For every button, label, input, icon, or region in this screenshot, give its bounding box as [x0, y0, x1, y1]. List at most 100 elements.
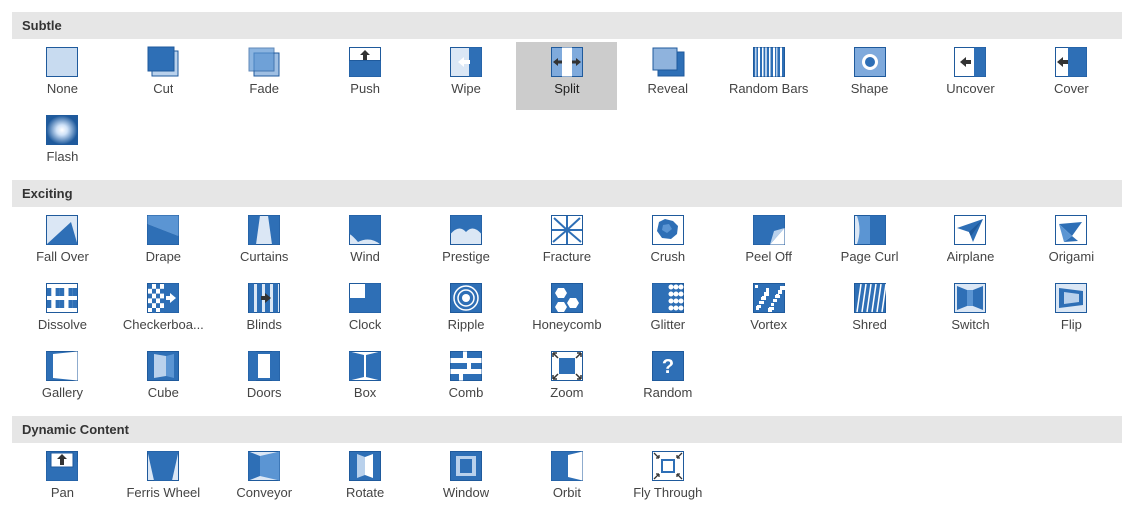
transition-zoom-button[interactable]: Zoom: [516, 346, 617, 414]
flash-icon: [45, 114, 79, 146]
transition-orbit-button[interactable]: Orbit: [516, 446, 617, 514]
transition-comb-button[interactable]: Comb: [416, 346, 517, 414]
cube-icon: [146, 350, 180, 382]
transition-label: Fall Over: [36, 249, 89, 264]
checkerboard-icon: [146, 282, 180, 314]
transition-page-curl-button[interactable]: Page Curl: [819, 210, 920, 278]
transition-label: Prestige: [442, 249, 490, 264]
transition-label: Cover: [1054, 81, 1089, 96]
transition-label: Origami: [1048, 249, 1095, 264]
transition-fall-over-button[interactable]: Fall Over: [12, 210, 113, 278]
transition-label: Random Bars: [728, 81, 809, 96]
section-header-exciting: Exciting: [12, 180, 1122, 207]
transition-label: Reveal: [647, 81, 689, 96]
transition-prestige-button[interactable]: Prestige: [416, 210, 517, 278]
transition-cover-button[interactable]: Cover: [1021, 42, 1122, 110]
dissolve-icon: [45, 282, 79, 314]
wipe-icon: [449, 46, 483, 78]
transition-cube-button[interactable]: Cube: [113, 346, 214, 414]
transition-flip-button[interactable]: Flip: [1021, 278, 1122, 346]
transition-none-button[interactable]: None: [12, 42, 113, 110]
transition-label: Blinds: [246, 317, 282, 332]
transition-label: Peel Off: [745, 249, 793, 264]
zoom-icon: [550, 350, 584, 382]
transition-label: Box: [353, 385, 377, 400]
crush-icon: [651, 214, 685, 246]
transition-label: Drape: [145, 249, 182, 264]
transition-label: Switch: [951, 317, 990, 332]
transition-pan-button[interactable]: Pan: [12, 446, 113, 514]
transition-ripple-button[interactable]: Ripple: [416, 278, 517, 346]
transition-box-button[interactable]: Box: [315, 346, 416, 414]
pan-icon: [45, 450, 79, 482]
glitter-icon: [651, 282, 685, 314]
uncover-icon: [953, 46, 987, 78]
transition-fracture-button[interactable]: Fracture: [516, 210, 617, 278]
transition-origami-button[interactable]: Origami: [1021, 210, 1122, 278]
cover-icon: [1054, 46, 1088, 78]
transition-label: Curtains: [240, 249, 289, 264]
transition-push-button[interactable]: Push: [315, 42, 416, 110]
transition-label: Pan: [50, 485, 75, 500]
transition-crush-button[interactable]: Crush: [617, 210, 718, 278]
ferris-wheel-icon: [146, 450, 180, 482]
transition-label: Checkerboa...: [122, 317, 204, 332]
transition-label: Cut: [153, 81, 174, 96]
transition-switch-button[interactable]: Switch: [920, 278, 1021, 346]
transition-peel-off-button[interactable]: Peel Off: [718, 210, 819, 278]
transition-label: Shape: [850, 81, 889, 96]
transition-random-button[interactable]: ? Random: [617, 346, 718, 414]
transition-window-button[interactable]: Window: [416, 446, 517, 514]
transition-label: Random: [643, 385, 693, 400]
transition-label: Doors: [246, 385, 282, 400]
curtains-icon: [247, 214, 281, 246]
transition-honeycomb-button[interactable]: Honeycomb: [516, 278, 617, 346]
transition-drape-button[interactable]: Drape: [113, 210, 214, 278]
transition-glitter-button[interactable]: Glitter: [617, 278, 718, 346]
box-icon: [348, 350, 382, 382]
gallery-icon: [45, 350, 79, 382]
none-icon: [45, 46, 79, 78]
transition-rotate-button[interactable]: Rotate: [315, 446, 416, 514]
transition-random-bars-button[interactable]: Random Bars: [718, 42, 819, 110]
transition-label: Zoom: [550, 385, 584, 400]
transition-flash-button[interactable]: Flash: [12, 110, 113, 178]
transition-split-button[interactable]: Split: [516, 42, 618, 110]
transition-vortex-button[interactable]: Vortex: [718, 278, 819, 346]
transition-wind-button[interactable]: Wind: [315, 210, 416, 278]
random-icon: ?: [651, 350, 685, 382]
origami-icon: [1054, 214, 1088, 246]
drape-icon: [146, 214, 180, 246]
fracture-icon: [550, 214, 584, 246]
transition-label: Conveyor: [236, 485, 293, 500]
transition-reveal-button[interactable]: Reveal: [617, 42, 718, 110]
transition-label: Airplane: [946, 249, 995, 264]
transition-wipe-button[interactable]: Wipe: [416, 42, 517, 110]
transition-fly-through-button[interactable]: Fly Through: [617, 446, 718, 514]
transition-cut-button[interactable]: Cut: [113, 42, 214, 110]
transition-label: Push: [350, 81, 380, 96]
transition-conveyor-button[interactable]: Conveyor: [214, 446, 315, 514]
orbit-icon: [550, 450, 584, 482]
transition-dissolve-button[interactable]: Dissolve: [12, 278, 113, 346]
transition-checkerboard-button[interactable]: Checkerboa...: [113, 278, 214, 346]
ripple-icon: [449, 282, 483, 314]
vortex-icon: [752, 282, 786, 314]
transition-label: Wind: [350, 249, 380, 264]
transition-curtains-button[interactable]: Curtains: [214, 210, 315, 278]
transition-gallery-button[interactable]: Gallery: [12, 346, 113, 414]
transition-clock-button[interactable]: Clock: [315, 278, 416, 346]
clock-icon: [348, 282, 382, 314]
transition-ferris-wheel-button[interactable]: Ferris Wheel: [113, 446, 214, 514]
transition-label: Crush: [650, 249, 686, 264]
transition-gallery: Subtle None Cut Fade Push Wipe Split Reveal Rand…: [12, 12, 1122, 516]
transition-shred-button[interactable]: Shred: [819, 278, 920, 346]
transition-blinds-button[interactable]: Blinds: [214, 278, 315, 346]
transition-label: Honeycomb: [532, 317, 602, 332]
section-header-dynamic-content: Dynamic Content: [12, 416, 1122, 443]
transition-fade-button[interactable]: Fade: [214, 42, 315, 110]
transition-doors-button[interactable]: Doors: [214, 346, 315, 414]
transition-airplane-button[interactable]: Airplane: [920, 210, 1021, 278]
transition-uncover-button[interactable]: Uncover: [920, 42, 1021, 110]
transition-shape-button[interactable]: Shape: [819, 42, 920, 110]
